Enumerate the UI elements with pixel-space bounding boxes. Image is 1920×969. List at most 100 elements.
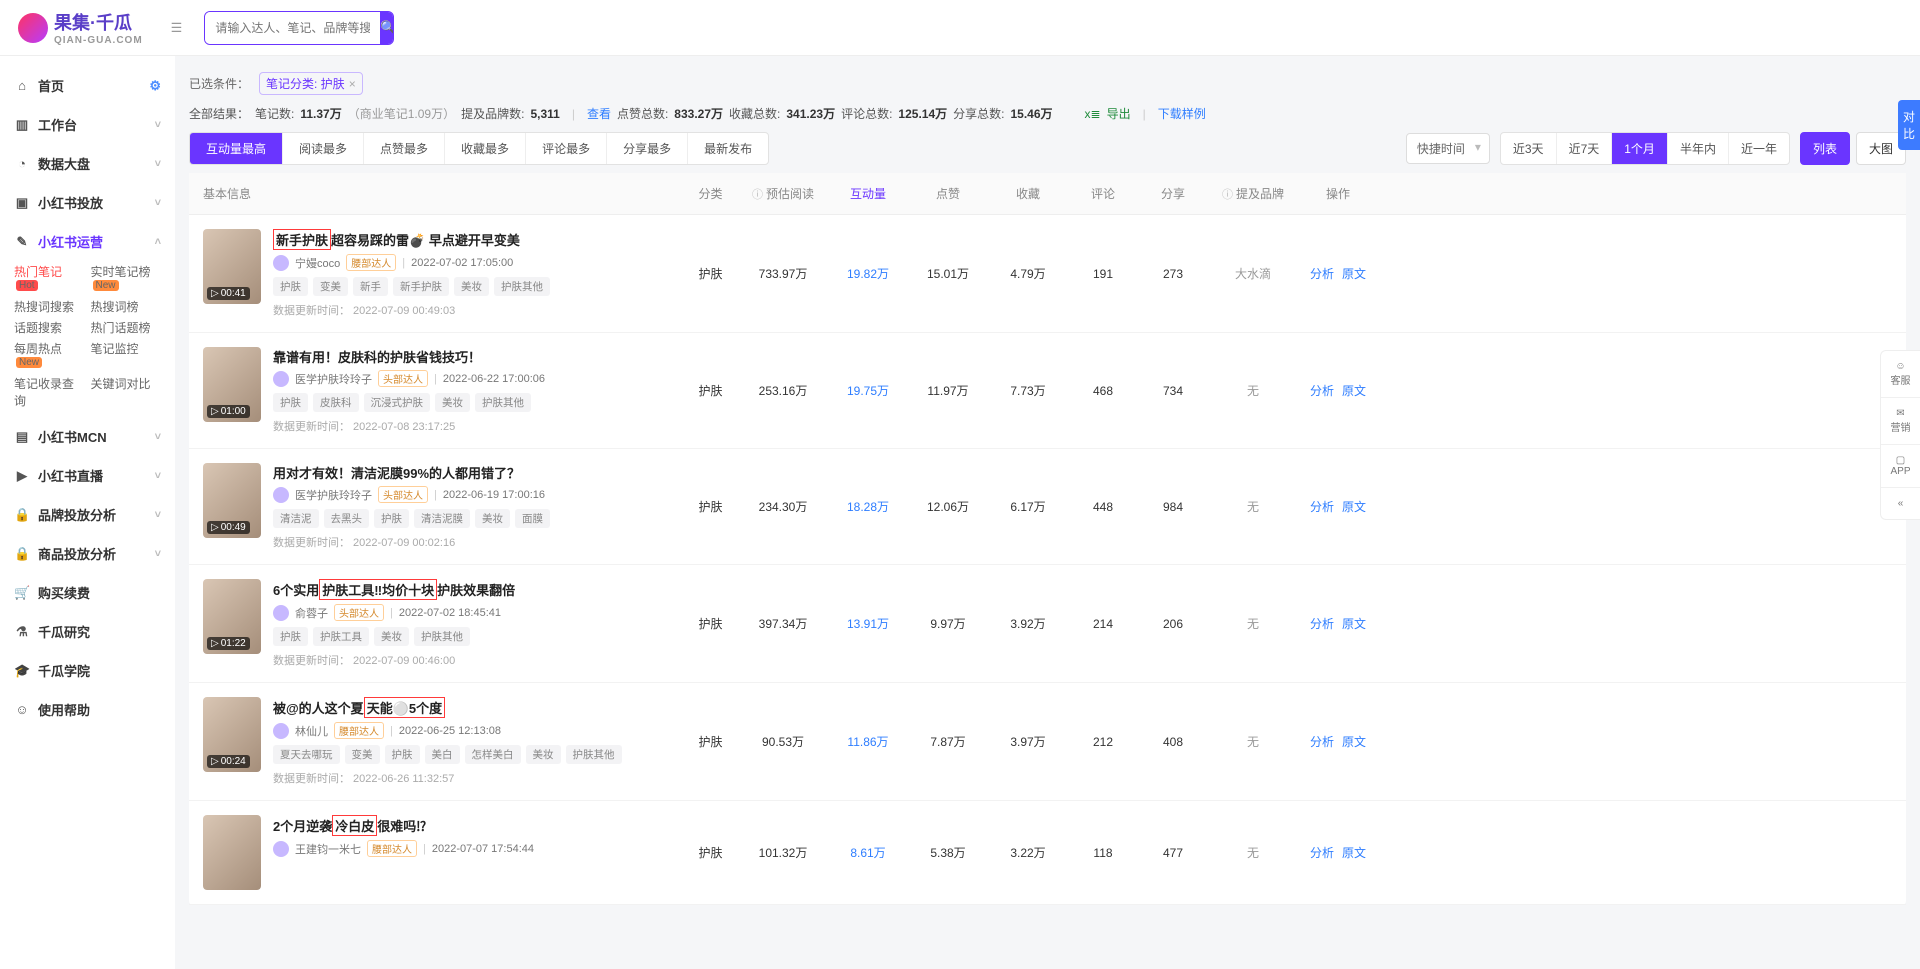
nav-sub-item[interactable]: 实时笔记榜New [91,263,162,294]
author-name[interactable]: 宁嫚coco [295,255,340,271]
quick-time-select[interactable]: 快捷时间 [1406,133,1490,164]
author-avatar[interactable] [273,723,289,739]
author-avatar[interactable] [273,487,289,503]
side-tool-app[interactable]: ▢APP [1881,445,1920,488]
original-link[interactable]: 原文 [1342,615,1366,632]
nav-item[interactable]: 🔒品牌投放分析˅ [0,495,175,534]
compare-float[interactable]: 对比 [1898,100,1920,150]
tag[interactable]: 沉浸式护肤 [364,393,431,412]
side-tool-top[interactable]: « [1881,488,1920,519]
note-thumbnail[interactable]: ▷00:49 [203,463,261,538]
sort-tab[interactable]: 分享最多 [607,133,688,164]
tag[interactable]: 面膜 [515,509,550,528]
view-toggle-button[interactable]: 列表 [1800,132,1850,165]
nav-item[interactable]: ▶小红书直播˅ [0,456,175,495]
nav-item[interactable]: 🎓千瓜学院 [0,651,175,690]
range-button[interactable]: 近3天 [1501,133,1557,164]
logo[interactable]: 果集·千瓜 QIAN-GUA.COM [18,9,143,46]
original-link[interactable]: 原文 [1342,498,1366,515]
nav-sub-item[interactable]: 笔记监控 [91,340,162,371]
column-header[interactable]: 收藏 [988,185,1068,202]
note-title[interactable]: 2个月逆袭冷白皮很难吗⁉ [273,815,683,836]
search-button[interactable]: 🔍 [380,12,394,44]
analyze-link[interactable]: 分析 [1310,498,1334,515]
tag[interactable]: 美妆 [374,627,409,646]
note-thumbnail[interactable] [203,815,261,890]
sort-tab[interactable]: 最新发布 [688,133,768,164]
nav-sub-item[interactable]: 热搜词榜 [91,298,162,315]
nav-sub-item[interactable]: 笔记收录查询 [14,375,85,409]
tag[interactable]: 新手护肤 [393,277,449,296]
sort-tab[interactable]: 评论最多 [526,133,607,164]
nav-item[interactable]: ▥工作台˅ [0,105,175,144]
tag[interactable]: 护肤其他 [566,745,622,764]
column-header[interactable]: 基本信息 [203,185,683,202]
note-thumbnail[interactable]: ▷01:00 [203,347,261,422]
author-name[interactable]: 俞蓉子 [295,605,328,621]
range-button[interactable]: 近7天 [1557,133,1613,164]
tag[interactable]: 美妆 [475,509,510,528]
nav-sub-item[interactable]: 话题搜索 [14,319,85,336]
author-avatar[interactable] [273,371,289,387]
sort-tab[interactable]: 点赞最多 [364,133,445,164]
tag[interactable]: 美妆 [526,745,561,764]
sort-tab[interactable]: 互动量最高 [190,133,283,164]
nav-item[interactable]: ▣小红书投放˅ [0,183,175,222]
analyze-link[interactable]: 分析 [1310,733,1334,750]
tag[interactable]: 怎样美白 [465,745,521,764]
close-icon[interactable]: × [349,77,356,91]
note-title[interactable]: 新手护肤超容易踩的雷💣 早点避开早变美 [273,229,683,250]
original-link[interactable]: 原文 [1342,265,1366,282]
tag[interactable]: 护肤其他 [475,393,531,412]
nav-sub-item[interactable]: 热门话题榜 [91,319,162,336]
analyze-link[interactable]: 分析 [1310,844,1334,861]
tag[interactable]: 美白 [425,745,460,764]
note-title[interactable]: 靠谱有用！皮肤科的护肤省钱技巧！ [273,347,683,366]
note-thumbnail[interactable]: ▷00:24 [203,697,261,772]
note-title[interactable]: 用对才有效！清洁泥膜99%的人都用错了？ [273,463,683,482]
range-button[interactable]: 近一年 [1729,133,1789,164]
tag[interactable]: 美妆 [435,393,470,412]
analyze-link[interactable]: 分析 [1310,382,1334,399]
tag[interactable]: 护肤 [374,509,409,528]
nav-item[interactable]: ⌂首页⚙ [0,66,175,105]
tag[interactable]: 护肤 [273,277,308,296]
tag[interactable]: 护肤 [273,627,308,646]
note-title[interactable]: 6个实用护肤工具‼均价十块 护肤效果翻倍 [273,579,683,600]
tag[interactable]: 皮肤科 [313,393,359,412]
author-avatar[interactable] [273,841,289,857]
column-header[interactable]: 分类 [683,185,738,202]
column-header[interactable]: 评论 [1068,185,1138,202]
author-avatar[interactable] [273,255,289,271]
nav-sub-item[interactable]: 热门笔记Hot [14,263,85,294]
gear-icon[interactable]: ⚙ [149,78,161,94]
download-sample-link[interactable]: 下载样例 [1158,105,1206,122]
tag[interactable]: 护肤其他 [494,277,550,296]
tag[interactable]: 新手 [353,277,388,296]
author-name[interactable]: 王建钧一米七 [295,841,361,857]
tag[interactable]: 变美 [345,745,380,764]
nav-item[interactable]: ☺使用帮助 [0,690,175,729]
sort-tab[interactable]: 收藏最多 [445,133,526,164]
tag[interactable]: 清洁泥膜 [414,509,470,528]
column-header[interactable]: 分享 [1138,185,1208,202]
tag[interactable]: 美妆 [454,277,489,296]
tag[interactable]: 护肤 [385,745,420,764]
note-thumbnail[interactable]: ▷01:22 [203,579,261,654]
column-header[interactable]: 操作 [1298,185,1378,202]
original-link[interactable]: 原文 [1342,382,1366,399]
range-button[interactable]: 半年内 [1668,133,1729,164]
tag[interactable]: 变美 [313,277,348,296]
nav-sub-item[interactable]: 每周热点New [14,340,85,371]
analyze-link[interactable]: 分析 [1310,265,1334,282]
export-link[interactable]: 导出 [1107,105,1131,122]
tag[interactable]: 夏天去哪玩 [273,745,340,764]
sidebar-collapse-icon[interactable]: ☰ [171,20,183,36]
sort-tab[interactable]: 阅读最多 [283,133,364,164]
nav-item[interactable]: ◔数据大盘˅ [0,144,175,183]
nav-item[interactable]: ✎小红书运营˄ [0,222,175,261]
side-tool-service[interactable]: ☺客服 [1881,351,1920,398]
tag[interactable]: 护肤工具 [313,627,369,646]
author-name[interactable]: 医学护肤玲玲子 [295,371,372,387]
note-thumbnail[interactable]: ▷00:41 [203,229,261,304]
